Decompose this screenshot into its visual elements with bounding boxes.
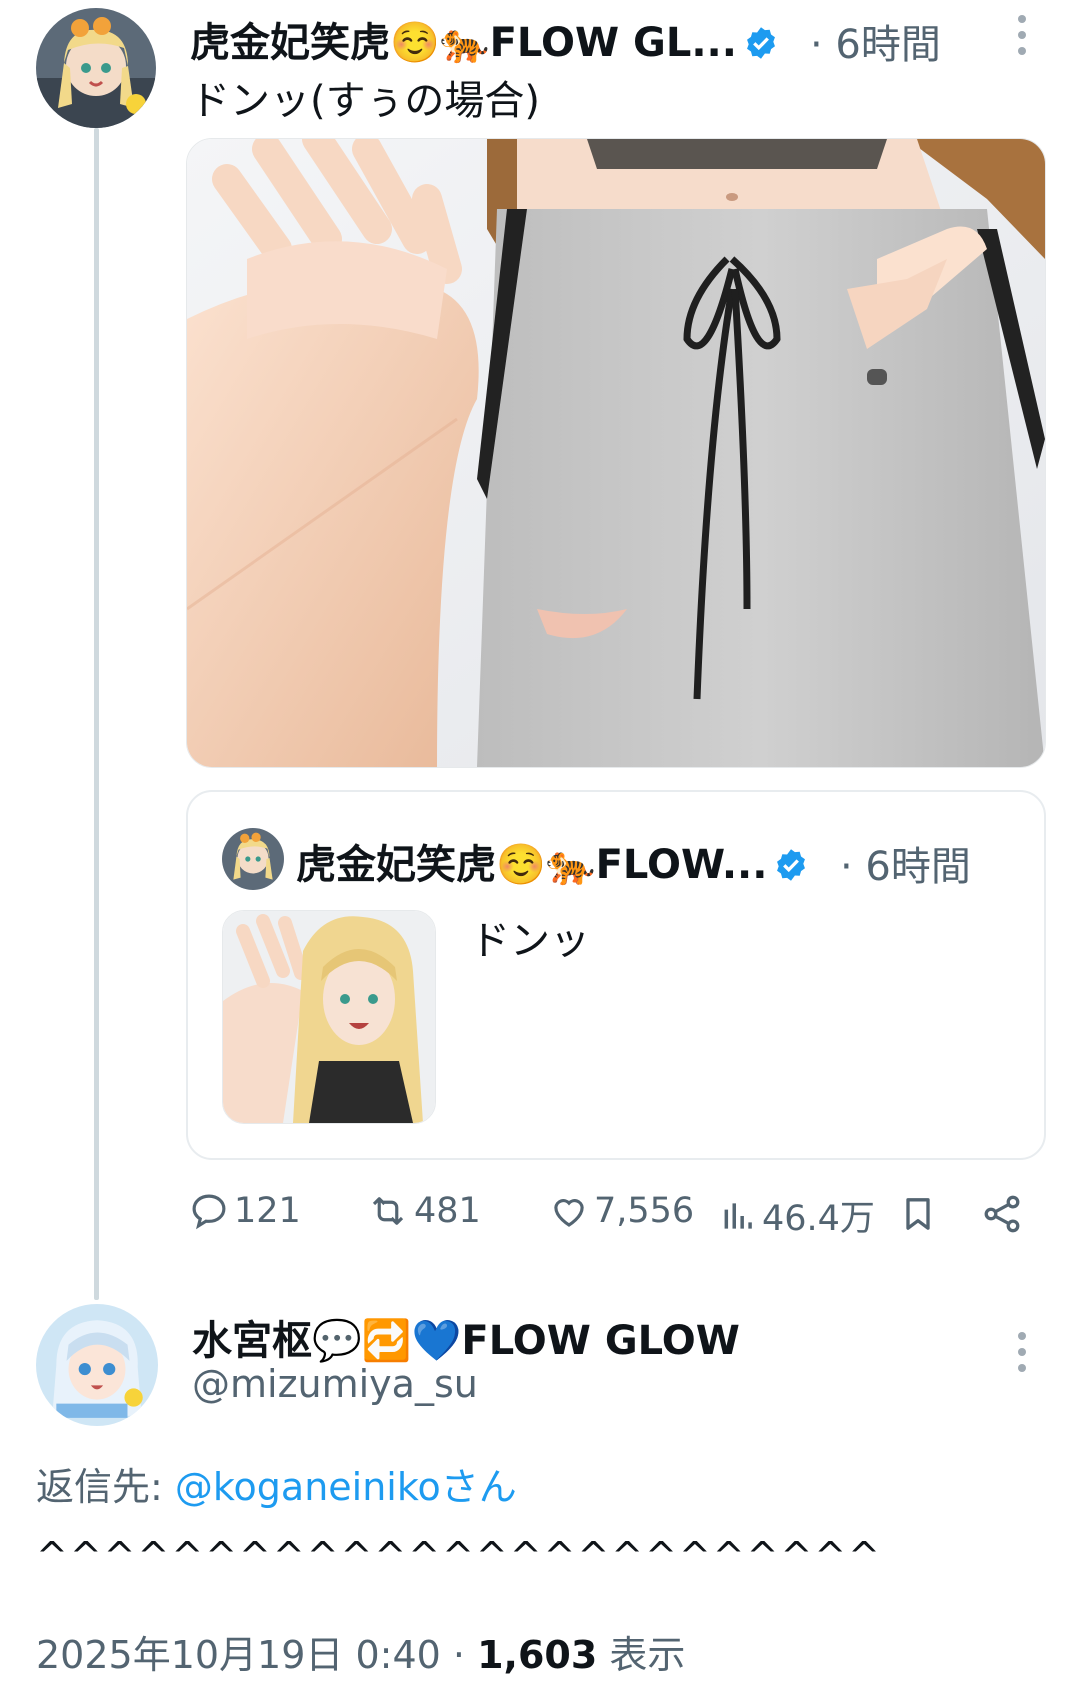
reply-count: 121 xyxy=(234,1191,301,1231)
verified-badge-icon xyxy=(743,25,779,61)
like-icon xyxy=(554,1199,584,1227)
reply-button[interactable]: 121 xyxy=(188,1190,301,1232)
retweet-button[interactable]: 481 xyxy=(366,1190,481,1232)
reply-to-line: 返信先: @koganeinikoさん xyxy=(36,1456,517,1511)
verified-badge-icon xyxy=(773,847,809,883)
like-count: 7,556 xyxy=(594,1191,695,1231)
quoted-author-name: 虎金妃笑虎☺️🐅FLOW... xyxy=(296,832,809,890)
reply-icon xyxy=(192,1194,226,1230)
tweet-text: ドンッ(すぅの場合) xyxy=(190,78,541,124)
retweet-count: 481 xyxy=(414,1191,481,1231)
like-button[interactable]: 7,556 xyxy=(548,1190,694,1232)
reply-author-handle[interactable]: @mizumiya_su xyxy=(192,1362,478,1406)
quoted-tweet-text: ドンッ xyxy=(470,918,590,964)
reply-meta: 2025年10月19日 0:40 · 1,603 表示 xyxy=(36,1624,685,1679)
reply-to-handle-link[interactable]: @koganeinikoさん xyxy=(175,1465,517,1509)
more-options-icon[interactable] xyxy=(1010,1332,1034,1372)
share-icon[interactable] xyxy=(980,1192,1024,1240)
bookmark-icon[interactable] xyxy=(898,1192,938,1240)
quoted-tweet-image[interactable] xyxy=(222,910,436,1124)
reply-timestamp[interactable]: 2025年10月19日 0:40 · xyxy=(36,1633,477,1677)
quoted-tweet-time: · 6時間 xyxy=(840,844,971,890)
tweet-time[interactable]: · 6時間 xyxy=(810,12,941,70)
more-options-icon[interactable] xyxy=(1010,15,1034,55)
views-icon xyxy=(724,1202,752,1229)
quoted-author-avatar xyxy=(222,828,284,890)
thread-line xyxy=(94,128,99,1300)
retweet-icon xyxy=(372,1197,404,1225)
views-button[interactable]: 46.4万 xyxy=(720,1190,875,1241)
quoted-author-name-text: 虎金妃笑虎☺️🐅FLOW... xyxy=(296,842,768,888)
tweet-image[interactable] xyxy=(186,138,1046,768)
reply-author-name[interactable]: 水宮枢💬🔁💙FLOW GLOW xyxy=(192,1308,740,1366)
author-name[interactable]: 虎金妃笑虎☺️🐅FLOW GL... xyxy=(190,10,779,68)
reply-author-avatar[interactable] xyxy=(36,1304,158,1426)
reply-text: ^^^^^^^^^^^^^^^^^^^^^^^^^ xyxy=(36,1534,882,1578)
views-count: 46.4万 xyxy=(762,1199,875,1239)
reply-view-count: 1,603 xyxy=(477,1633,598,1677)
reply-view-label: 表示 xyxy=(597,1633,686,1677)
author-avatar[interactable] xyxy=(36,8,156,128)
reply-to-label: 返信先: xyxy=(36,1465,175,1509)
author-name-text[interactable]: 虎金妃笑虎☺️🐅FLOW GL... xyxy=(190,20,737,66)
